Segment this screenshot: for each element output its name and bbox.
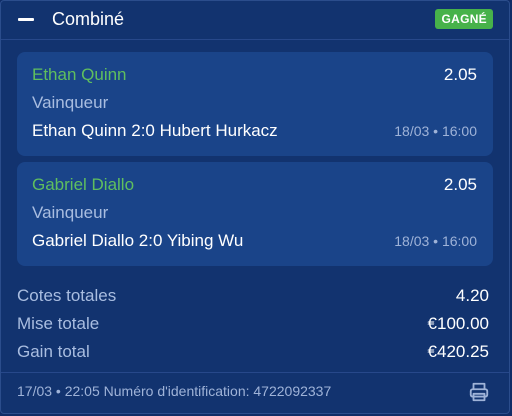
status-badge: GAGNÉ [435,9,493,29]
match-result[interactable]: Gabriel Diallo 2:0 Yibing Wu [32,231,243,251]
bet-leg: Ethan Quinn 2.05 Vainqueur Ethan Quinn 2… [17,52,493,156]
footer-divider [1,372,509,373]
bet-slip-card: Combiné GAGNÉ Ethan Quinn 2.05 Vainqueur… [0,0,510,414]
total-stake-value: €100.00 [427,314,489,333]
market-name: Vainqueur [32,203,109,222]
total-win-label: Gain total [17,342,90,361]
match-datetime: 18/03 • 16:00 [394,123,477,139]
bet-id-info: 17/03 • 22:05 Numéro d'identification: 4… [17,383,332,399]
market-name: Vainqueur [32,93,109,112]
match-result[interactable]: Ethan Quinn 2:0 Hubert Hurkacz [32,121,278,141]
total-odds-value: 4.20 [455,286,489,305]
printer-icon[interactable] [468,381,490,403]
bet-type-title: Combiné [52,9,125,29]
total-odds-label: Cotes totales [17,286,117,305]
bet-leg: Gabriel Diallo 2.05 Vainqueur Gabriel Di… [17,162,493,266]
leg-odds: 2.05 [443,175,477,194]
selected-player: Ethan Quinn [32,65,127,84]
leg-odds: 2.05 [443,65,477,84]
total-stake-label: Mise totale [17,314,100,333]
collapse-icon[interactable] [18,18,34,21]
bet-header: Combiné GAGNÉ [1,1,509,40]
total-win-value: €420.25 [427,342,489,361]
match-datetime: 18/03 • 16:00 [394,233,477,249]
selected-player: Gabriel Diallo [32,175,135,194]
